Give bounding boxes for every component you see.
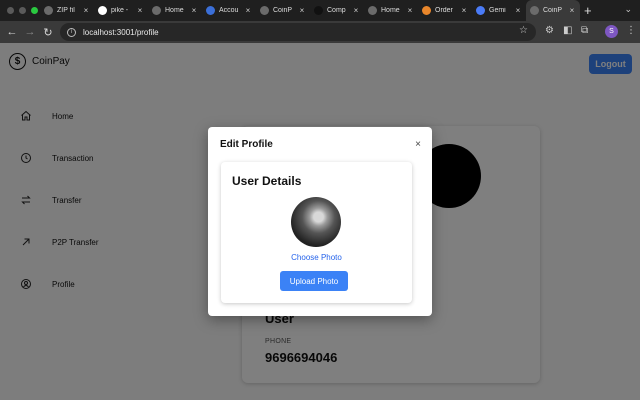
browser-tab[interactable]: Accou × (202, 0, 256, 21)
forward-icon[interactable]: → (21, 26, 39, 38)
fox-icon (422, 6, 431, 15)
bookmark-star-icon[interactable]: ☆ (519, 25, 528, 36)
browser-tab[interactable]: CoinP × (256, 0, 310, 21)
choose-photo-link[interactable]: Choose Photo (221, 253, 412, 262)
browser-tab-title: CoinP (543, 7, 563, 14)
tab-strip: ZIP fil × pike - × Home × Accou × CoinP × Comp × Hom… (40, 0, 580, 21)
close-tab-icon[interactable]: × (568, 6, 576, 15)
modal-title: Edit Profile (220, 139, 273, 150)
close-tab-icon[interactable]: × (298, 6, 306, 15)
google-icon (98, 6, 107, 15)
globe-icon (368, 6, 377, 15)
user-details-title: User Details (232, 174, 302, 188)
gemini-icon (476, 6, 485, 15)
extensions-puzzle-icon[interactable]: ⧉ (581, 25, 588, 36)
new-tab-button[interactable]: + (584, 3, 592, 18)
close-tab-icon[interactable]: × (82, 6, 90, 15)
browser-tab-title: Accou (219, 7, 239, 14)
browser-tab-title: CoinP (273, 7, 293, 14)
browser-tab[interactable]: ZIP fil × (40, 0, 94, 21)
globe-icon (530, 6, 539, 15)
user-details-card: User Details Choose Photo Upload Photo (221, 162, 412, 303)
browser-tab[interactable]: Order × (418, 0, 472, 21)
browser-tab[interactable]: Gemi × (472, 0, 526, 21)
media-icon[interactable]: ◧ (563, 25, 572, 36)
close-tab-icon[interactable]: × (244, 6, 252, 15)
browser-tab[interactable]: pike - × (94, 0, 148, 21)
globe-icon (152, 6, 161, 15)
close-tab-icon[interactable]: × (190, 6, 198, 15)
close-tab-icon[interactable]: × (406, 6, 414, 15)
browser-toolbar: ← → ↻ i localhost:3001/profile ☆ (0, 21, 640, 43)
back-icon[interactable]: ← (3, 26, 21, 38)
extension-icon[interactable]: ⚙ (545, 25, 554, 36)
close-tab-icon[interactable]: × (136, 6, 144, 15)
maximize-window-button[interactable] (31, 7, 38, 14)
globe-icon (260, 6, 269, 15)
profile-photo (291, 197, 341, 247)
address-bar[interactable]: i localhost:3001/profile ☆ (60, 23, 536, 41)
address-url: localhost:3001/profile (83, 27, 159, 37)
n-icon (314, 6, 323, 15)
close-tab-icon[interactable]: × (460, 6, 468, 15)
browser-tab[interactable]: CoinP × (526, 0, 580, 21)
close-window-button[interactable] (7, 7, 14, 14)
reload-icon[interactable]: ↻ (39, 26, 57, 39)
upload-photo-button[interactable]: Upload Photo (280, 271, 348, 291)
browser-tab-title: Gemi (489, 7, 506, 14)
browser-tab[interactable]: Home × (364, 0, 418, 21)
minimize-window-button[interactable] (19, 7, 26, 14)
browser-tab-title: Comp (327, 7, 346, 14)
tab-search-icon[interactable]: ⌄ (624, 4, 632, 15)
browser-tab-title: ZIP fil (57, 7, 75, 14)
browser-tab[interactable]: Comp × (310, 0, 364, 21)
browser-tab-title: Order (435, 7, 453, 14)
browser-tab-bar: ZIP fil × pike - × Home × Accou × CoinP × Comp × Hom… (0, 0, 640, 21)
site-info-icon[interactable]: i (67, 27, 76, 37)
browser-tab-title: Home (165, 7, 184, 14)
close-tab-icon[interactable]: × (514, 6, 522, 15)
browser-profile-avatar[interactable]: S (605, 25, 618, 38)
browser-menu-icon[interactable]: ⋮ (626, 25, 636, 36)
browser-tab[interactable]: Home × (148, 0, 202, 21)
close-tab-icon[interactable]: × (352, 6, 360, 15)
globe-icon (44, 6, 53, 15)
close-icon[interactable]: × (415, 139, 421, 150)
account-icon (206, 6, 215, 15)
window-controls (0, 7, 40, 14)
browser-tab-title: Home (381, 7, 400, 14)
browser-tab-title: pike - (111, 7, 129, 14)
edit-profile-modal: Edit Profile × User Details Choose Photo… (208, 127, 432, 316)
